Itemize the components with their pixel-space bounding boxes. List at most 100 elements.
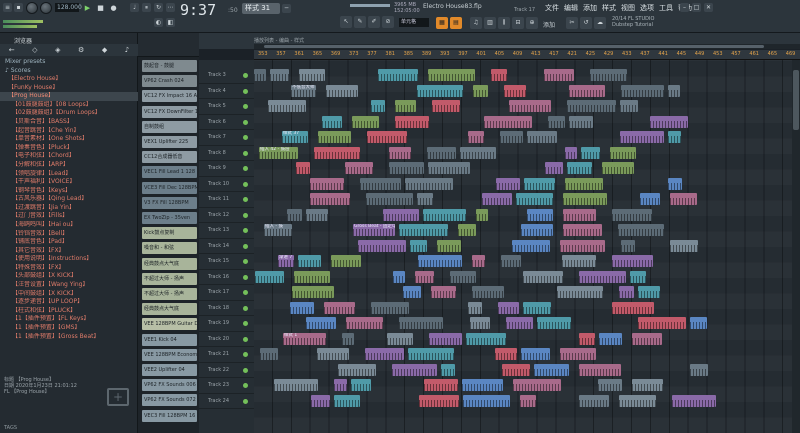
browser-tab-icon[interactable]: ◆ bbox=[102, 44, 107, 56]
playlist-clip[interactable] bbox=[428, 162, 470, 174]
playlist-clip[interactable] bbox=[520, 394, 536, 407]
track-header[interactable]: Track 8 bbox=[199, 146, 254, 161]
channel-rack-icon[interactable]: ▥ bbox=[484, 17, 496, 29]
playlist-clip[interactable] bbox=[557, 286, 603, 298]
playlist-clip[interactable] bbox=[395, 115, 429, 128]
pattern-item[interactable]: 不超过大师 - 扬声 bbox=[142, 272, 197, 285]
playlist-clip[interactable] bbox=[650, 115, 688, 128]
track-header[interactable]: Track 16 bbox=[199, 270, 254, 285]
track-header[interactable]: Track 6 bbox=[199, 115, 254, 130]
browser-folder-item[interactable]: 【汪音设置】【Wang Ying】 bbox=[0, 281, 138, 290]
playlist-clip[interactable] bbox=[563, 208, 596, 221]
browser-folder-item[interactable]: 【使用说明】【Instructions】 bbox=[0, 255, 138, 264]
blend-notes-icon[interactable]: ◐ bbox=[154, 18, 163, 27]
track-header[interactable]: Track 9 bbox=[199, 161, 254, 177]
snap-selector[interactable]: 单元格 bbox=[399, 18, 429, 27]
pattern-item[interactable]: VEE 128BPM Economy Dr bbox=[142, 348, 197, 361]
playlist-clip[interactable] bbox=[294, 270, 330, 283]
playlist-clip[interactable] bbox=[545, 162, 563, 174]
timeline-ruler[interactable]: 353 357 361 365 369 373 377 381 385 389 393 397 401 4… bbox=[254, 50, 800, 60]
browser-tab-icon[interactable]: ♪ bbox=[125, 44, 129, 56]
playlist-clip[interactable] bbox=[630, 270, 646, 283]
playlist-clip[interactable] bbox=[562, 255, 596, 267]
browser-folder-item[interactable]: 【过渡跳音】【Jia Yin】 bbox=[0, 204, 138, 213]
menu-file[interactable]: 文件 bbox=[545, 3, 559, 13]
playlist-clip[interactable] bbox=[441, 363, 455, 376]
browser-folder-item[interactable]: 【02鼓腿鼓组】【Drum Loops】 bbox=[0, 109, 138, 118]
track-header[interactable]: Track 10 bbox=[199, 177, 254, 192]
playlist-clip[interactable] bbox=[602, 162, 634, 174]
browser-folder-item[interactable]: 【钢琴音色】【Keys】 bbox=[0, 187, 138, 196]
playlist-clip[interactable] bbox=[296, 162, 310, 174]
browser-folder-item[interactable]: 【01鼓腿鼓组】【08 Loops】 bbox=[0, 101, 138, 110]
pattern-item[interactable]: VCE3 Fill Dec 128BPM bbox=[142, 181, 197, 194]
playlist-clip[interactable] bbox=[509, 100, 551, 112]
playlist-clip[interactable] bbox=[462, 379, 503, 391]
new-folder-icon[interactable]: + bbox=[107, 388, 129, 406]
playlist-clip[interactable] bbox=[598, 379, 622, 391]
playlist-clip[interactable] bbox=[534, 363, 569, 376]
playlist-clip[interactable] bbox=[579, 270, 626, 283]
playlist-clip[interactable] bbox=[458, 224, 476, 236]
playlist-clip[interactable] bbox=[317, 348, 349, 360]
playlist-clip[interactable] bbox=[432, 100, 460, 112]
pattern-selector[interactable]: 样式 31 bbox=[242, 3, 280, 14]
playlist-clip[interactable] bbox=[270, 69, 289, 81]
track-enable-icon[interactable] bbox=[243, 243, 248, 249]
playlist-clip[interactable] bbox=[255, 270, 284, 283]
pattern-item[interactable]: EX TwoZip - 35ven bbox=[142, 212, 197, 224]
playlist-clip[interactable] bbox=[371, 100, 385, 112]
scroll-thumb[interactable] bbox=[793, 70, 799, 130]
track-header[interactable]: Track 15 bbox=[199, 254, 254, 270]
playlist-clip[interactable] bbox=[342, 332, 354, 345]
playlist-clip[interactable] bbox=[527, 208, 553, 221]
playlist-clip[interactable] bbox=[371, 301, 409, 314]
track-enable-icon[interactable] bbox=[243, 336, 248, 342]
pattern-item[interactable]: 嗓音和 - 和弦 bbox=[142, 242, 197, 255]
track-enable-icon[interactable] bbox=[243, 305, 248, 311]
playlist-clip[interactable] bbox=[579, 394, 609, 407]
playlist-clip[interactable] bbox=[334, 379, 347, 391]
playlist-clip[interactable]: 不低音大师 - 干声 bbox=[291, 84, 316, 97]
piano-roll-icon[interactable]: ♫ bbox=[470, 17, 482, 29]
playlist-clip[interactable] bbox=[338, 363, 376, 376]
loop-record-icon[interactable]: ↻ bbox=[154, 3, 163, 12]
pattern-item[interactable]: VEE2 Uplifter 04 bbox=[142, 364, 197, 376]
playlist-clip[interactable] bbox=[670, 239, 698, 252]
pattern-item[interactable]: VEE1 Kick 04 bbox=[142, 333, 197, 346]
playlist-clip[interactable] bbox=[581, 146, 600, 159]
track-enable-icon[interactable] bbox=[243, 166, 248, 171]
playlist-clip[interactable] bbox=[523, 270, 563, 283]
browser-folder-item[interactable]: 【过门音效】【Fills】 bbox=[0, 212, 138, 221]
playlist-clip[interactable] bbox=[392, 363, 437, 376]
playlist-clip[interactable] bbox=[428, 69, 475, 81]
menu-edit[interactable]: 编辑 bbox=[564, 3, 578, 13]
step-edit-icon[interactable]: ◧ bbox=[166, 18, 175, 27]
pattern-item[interactable]: V3 FX Fill 128BPM bbox=[142, 196, 197, 209]
track-enable-icon[interactable] bbox=[243, 228, 248, 233]
playlist-clip[interactable] bbox=[463, 394, 510, 407]
playlist-clip[interactable] bbox=[299, 69, 325, 81]
track-enable-icon[interactable] bbox=[243, 383, 248, 388]
track-enable-icon[interactable] bbox=[243, 197, 248, 202]
playlist-clip[interactable] bbox=[565, 146, 577, 159]
playlist-clip[interactable] bbox=[322, 115, 342, 128]
playlist-clip[interactable] bbox=[326, 84, 358, 97]
playlist-clip[interactable] bbox=[523, 301, 551, 314]
playlist-clip[interactable] bbox=[640, 193, 660, 205]
browser-tab-icon[interactable]: ◇ bbox=[32, 44, 37, 56]
song-mode-icon[interactable]: ▤ bbox=[450, 17, 462, 29]
browser-settings-icon[interactable]: ⚙ bbox=[78, 44, 84, 56]
scroll-thumb[interactable] bbox=[264, 45, 764, 48]
playlist-clip[interactable] bbox=[590, 69, 627, 81]
playlist-clip[interactable] bbox=[423, 208, 466, 221]
track-enable-icon[interactable] bbox=[243, 398, 248, 404]
record-icon[interactable]: ● bbox=[108, 3, 119, 13]
browser-folder-item[interactable]: 【Electro House】 bbox=[0, 75, 138, 84]
playlist-clip[interactable] bbox=[418, 255, 462, 267]
maximize-icon[interactable]: □ bbox=[692, 3, 701, 12]
playlist-clip[interactable] bbox=[512, 239, 550, 252]
playlist-clip[interactable] bbox=[560, 348, 596, 360]
playlist-clip[interactable] bbox=[352, 115, 379, 128]
playlist-clip[interactable] bbox=[274, 379, 318, 391]
